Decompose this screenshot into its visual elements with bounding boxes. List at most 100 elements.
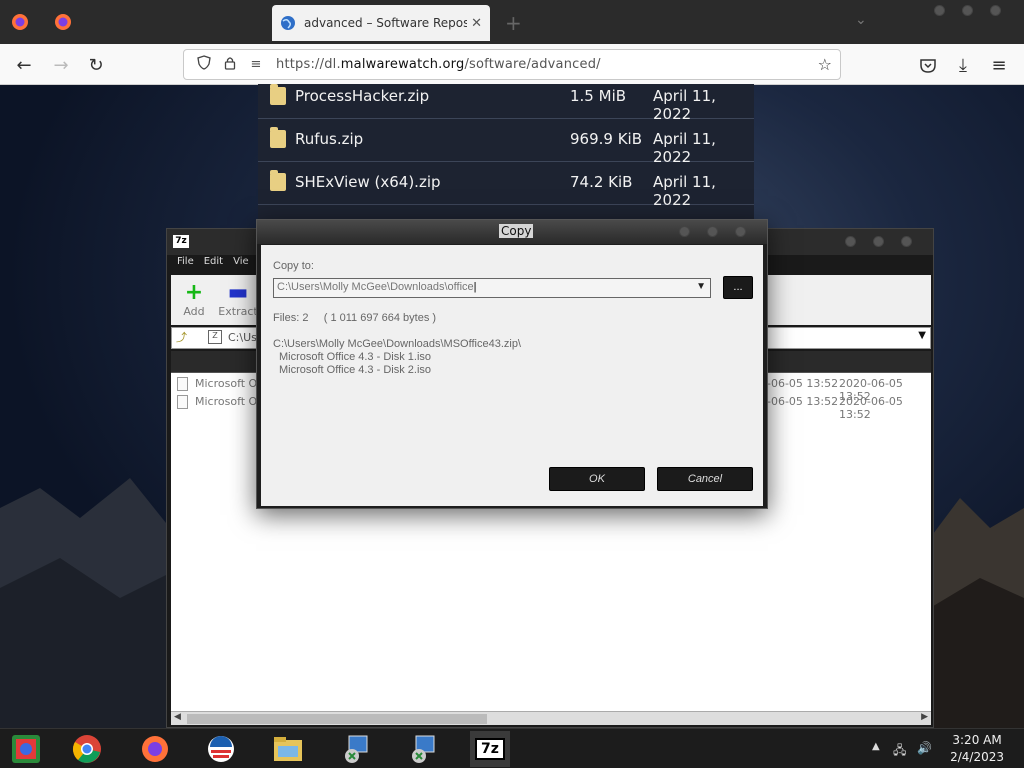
window-maximize-button[interactable] <box>707 226 718 237</box>
archive-icon: Z <box>208 330 222 344</box>
path-text: C:\Us <box>228 331 257 344</box>
shield-icon[interactable] <box>194 55 214 74</box>
lock-icon[interactable] <box>220 56 240 74</box>
destination-path-input[interactable]: C:\Users\Molly McGee\Downloads\office| ▼ <box>273 278 711 298</box>
window-minimize-button[interactable] <box>845 236 856 247</box>
source-item: Microsoft Office 4.3 - Disk 1.iso <box>279 351 432 363</box>
menu-file[interactable]: File <box>177 256 194 274</box>
url-text: https://dl.malwarewatch.org/software/adv… <box>276 57 601 72</box>
plus-icon: + <box>184 280 204 305</box>
clock-time: 3:20 AM <box>952 733 1002 747</box>
zip-folder-icon <box>270 84 286 105</box>
installer-icon[interactable] <box>340 733 372 765</box>
file-icon <box>177 377 188 391</box>
globe-icon <box>281 16 295 30</box>
chevron-down-icon[interactable]: ▼ <box>696 281 706 292</box>
dialog-title-bar[interactable]: Copy <box>257 220 767 244</box>
list-item[interactable]: ProcessHacker.zip 1.5 MiB April 11, 2022 <box>258 76 754 123</box>
minus-icon: ▬ <box>227 280 249 305</box>
file-size: 1.5 MiB <box>570 87 627 105</box>
file-date: April 11, 2022 <box>653 173 716 209</box>
window-minimize-button[interactable] <box>934 5 945 16</box>
permissions-icon[interactable]: ≡ <box>246 57 266 72</box>
installer-icon[interactable] <box>407 733 439 765</box>
app-blue-circle-icon[interactable] <box>205 733 237 765</box>
clock-date: 2/4/2023 <box>950 750 1004 764</box>
volume-icon[interactable]: 🔊 <box>917 741 932 755</box>
firefox-pinned-tab-icon[interactable] <box>8 10 32 34</box>
window-close-button[interactable] <box>990 5 1001 16</box>
cancel-button[interactable]: Cancel <box>657 467 753 491</box>
chrome-icon[interactable] <box>71 733 103 765</box>
extract-button[interactable]: ▬ Extract <box>215 280 261 319</box>
list-item[interactable]: SHExView (x64).zip 74.2 KiB April 11, 20… <box>258 162 754 209</box>
file-name[interactable]: Rufus.zip <box>295 130 363 148</box>
source-path: C:\Users\Molly McGee\Downloads\MSOffice4… <box>273 338 521 350</box>
row-name: Microsoft O <box>195 395 258 408</box>
file-size: 969.9 KiB <box>570 130 643 148</box>
row-created: 2020-06-05 13:52 <box>839 395 903 421</box>
bookmark-star-icon[interactable]: ☆ <box>818 55 832 74</box>
chevron-down-icon[interactable]: ⌄ <box>855 12 867 28</box>
zip-folder-icon <box>270 127 286 148</box>
taskbar: 7z ▲ 🖧 🔊 3:20 AM 2/4/2023 <box>0 728 1024 768</box>
list-item[interactable]: Rufus.zip 969.9 KiB April 11, 2022 <box>258 119 754 166</box>
browser-tab-bar: advanced – Software Repository ✕ + ⌄ <box>0 0 1024 44</box>
sevenzip-menu-bar: File Edit Vie <box>171 256 249 274</box>
destination-path-value: C:\Users\Molly McGee\Downloads\office <box>277 281 474 293</box>
browse-button[interactable]: ... <box>723 276 753 299</box>
horizontal-scrollbar[interactable]: ◀ ▶ <box>171 711 931 725</box>
back-arrow-icon[interactable]: ← <box>11 52 37 78</box>
window-minimize-button[interactable] <box>679 226 690 237</box>
taskbar-clock[interactable]: 3:20 AM 2/4/2023 <box>950 732 1004 766</box>
dialog-body: Copy to: C:\Users\Molly McGee\Downloads\… <box>261 245 763 506</box>
file-date: April 11, 2022 <box>653 87 716 123</box>
pocket-icon[interactable] <box>915 52 941 78</box>
copy-dialog: Copy Copy to: C:\Users\Molly McGee\Downl… <box>256 219 768 509</box>
tray-expand-icon[interactable]: ▲ <box>872 741 880 752</box>
ok-button[interactable]: OK <box>549 467 645 491</box>
window-maximize-button[interactable] <box>962 5 973 16</box>
add-button-label: Add <box>183 305 205 318</box>
menu-hamburger-icon[interactable]: ≡ <box>986 52 1012 78</box>
tab-advanced[interactable]: advanced – Software Repository ✕ <box>272 5 490 41</box>
scroll-left-icon[interactable]: ◀ <box>174 712 181 722</box>
row-name: Microsoft O <box>195 377 258 390</box>
source-item: Microsoft Office 4.3 - Disk 2.iso <box>279 364 432 376</box>
control-panel-icon[interactable] <box>10 733 42 765</box>
row-modified: -06-05 13:52 <box>767 395 839 408</box>
forward-arrow-icon[interactable]: → <box>48 52 74 78</box>
sevenzip-logo-icon: 7z <box>173 235 189 248</box>
file-listing: ProcessHacker.zip 1.5 MiB April 11, 2022… <box>258 84 754 224</box>
close-tab-icon[interactable]: ✕ <box>471 16 482 31</box>
files-info: Files: 2 ( 1 011 697 664 bytes ) <box>273 312 437 324</box>
firefox-icon[interactable] <box>139 733 171 765</box>
window-maximize-button[interactable] <box>873 236 884 247</box>
network-icon[interactable]: 🖧 <box>893 741 906 762</box>
tab-title: advanced – Software Repository <box>304 16 468 30</box>
row-modified: -06-05 13:52 <box>767 377 839 390</box>
new-tab-button[interactable]: + <box>505 11 522 35</box>
menu-edit[interactable]: Edit <box>204 256 223 274</box>
file-name[interactable]: ProcessHacker.zip <box>295 87 429 105</box>
firefox-pinned-tab-icon[interactable] <box>51 10 75 34</box>
sevenzip-taskbar-button[interactable]: 7z <box>470 731 510 767</box>
window-close-button[interactable] <box>901 236 912 247</box>
menu-view[interactable]: Vie <box>233 256 249 274</box>
file-icon <box>177 395 188 409</box>
downloads-icon[interactable]: ⤓ <box>950 52 976 78</box>
scroll-right-icon[interactable]: ▶ <box>921 712 928 722</box>
zip-folder-icon <box>270 170 286 191</box>
window-close-button[interactable] <box>735 226 746 237</box>
file-explorer-icon[interactable] <box>272 733 304 765</box>
scrollbar-thumb[interactable] <box>187 714 487 724</box>
file-size: 74.2 KiB <box>570 173 633 191</box>
chevron-down-icon[interactable]: ▼ <box>918 330 926 341</box>
sevenzip-taskbar-label: 7z <box>475 738 505 760</box>
file-name[interactable]: SHExView (x64).zip <box>295 173 441 191</box>
copy-to-label: Copy to: <box>273 260 314 272</box>
add-button[interactable]: + Add <box>171 280 217 319</box>
reload-icon[interactable]: ↻ <box>83 52 109 78</box>
extract-button-label: Extract <box>218 305 258 318</box>
up-folder-icon[interactable]: ⤴ <box>176 329 187 345</box>
